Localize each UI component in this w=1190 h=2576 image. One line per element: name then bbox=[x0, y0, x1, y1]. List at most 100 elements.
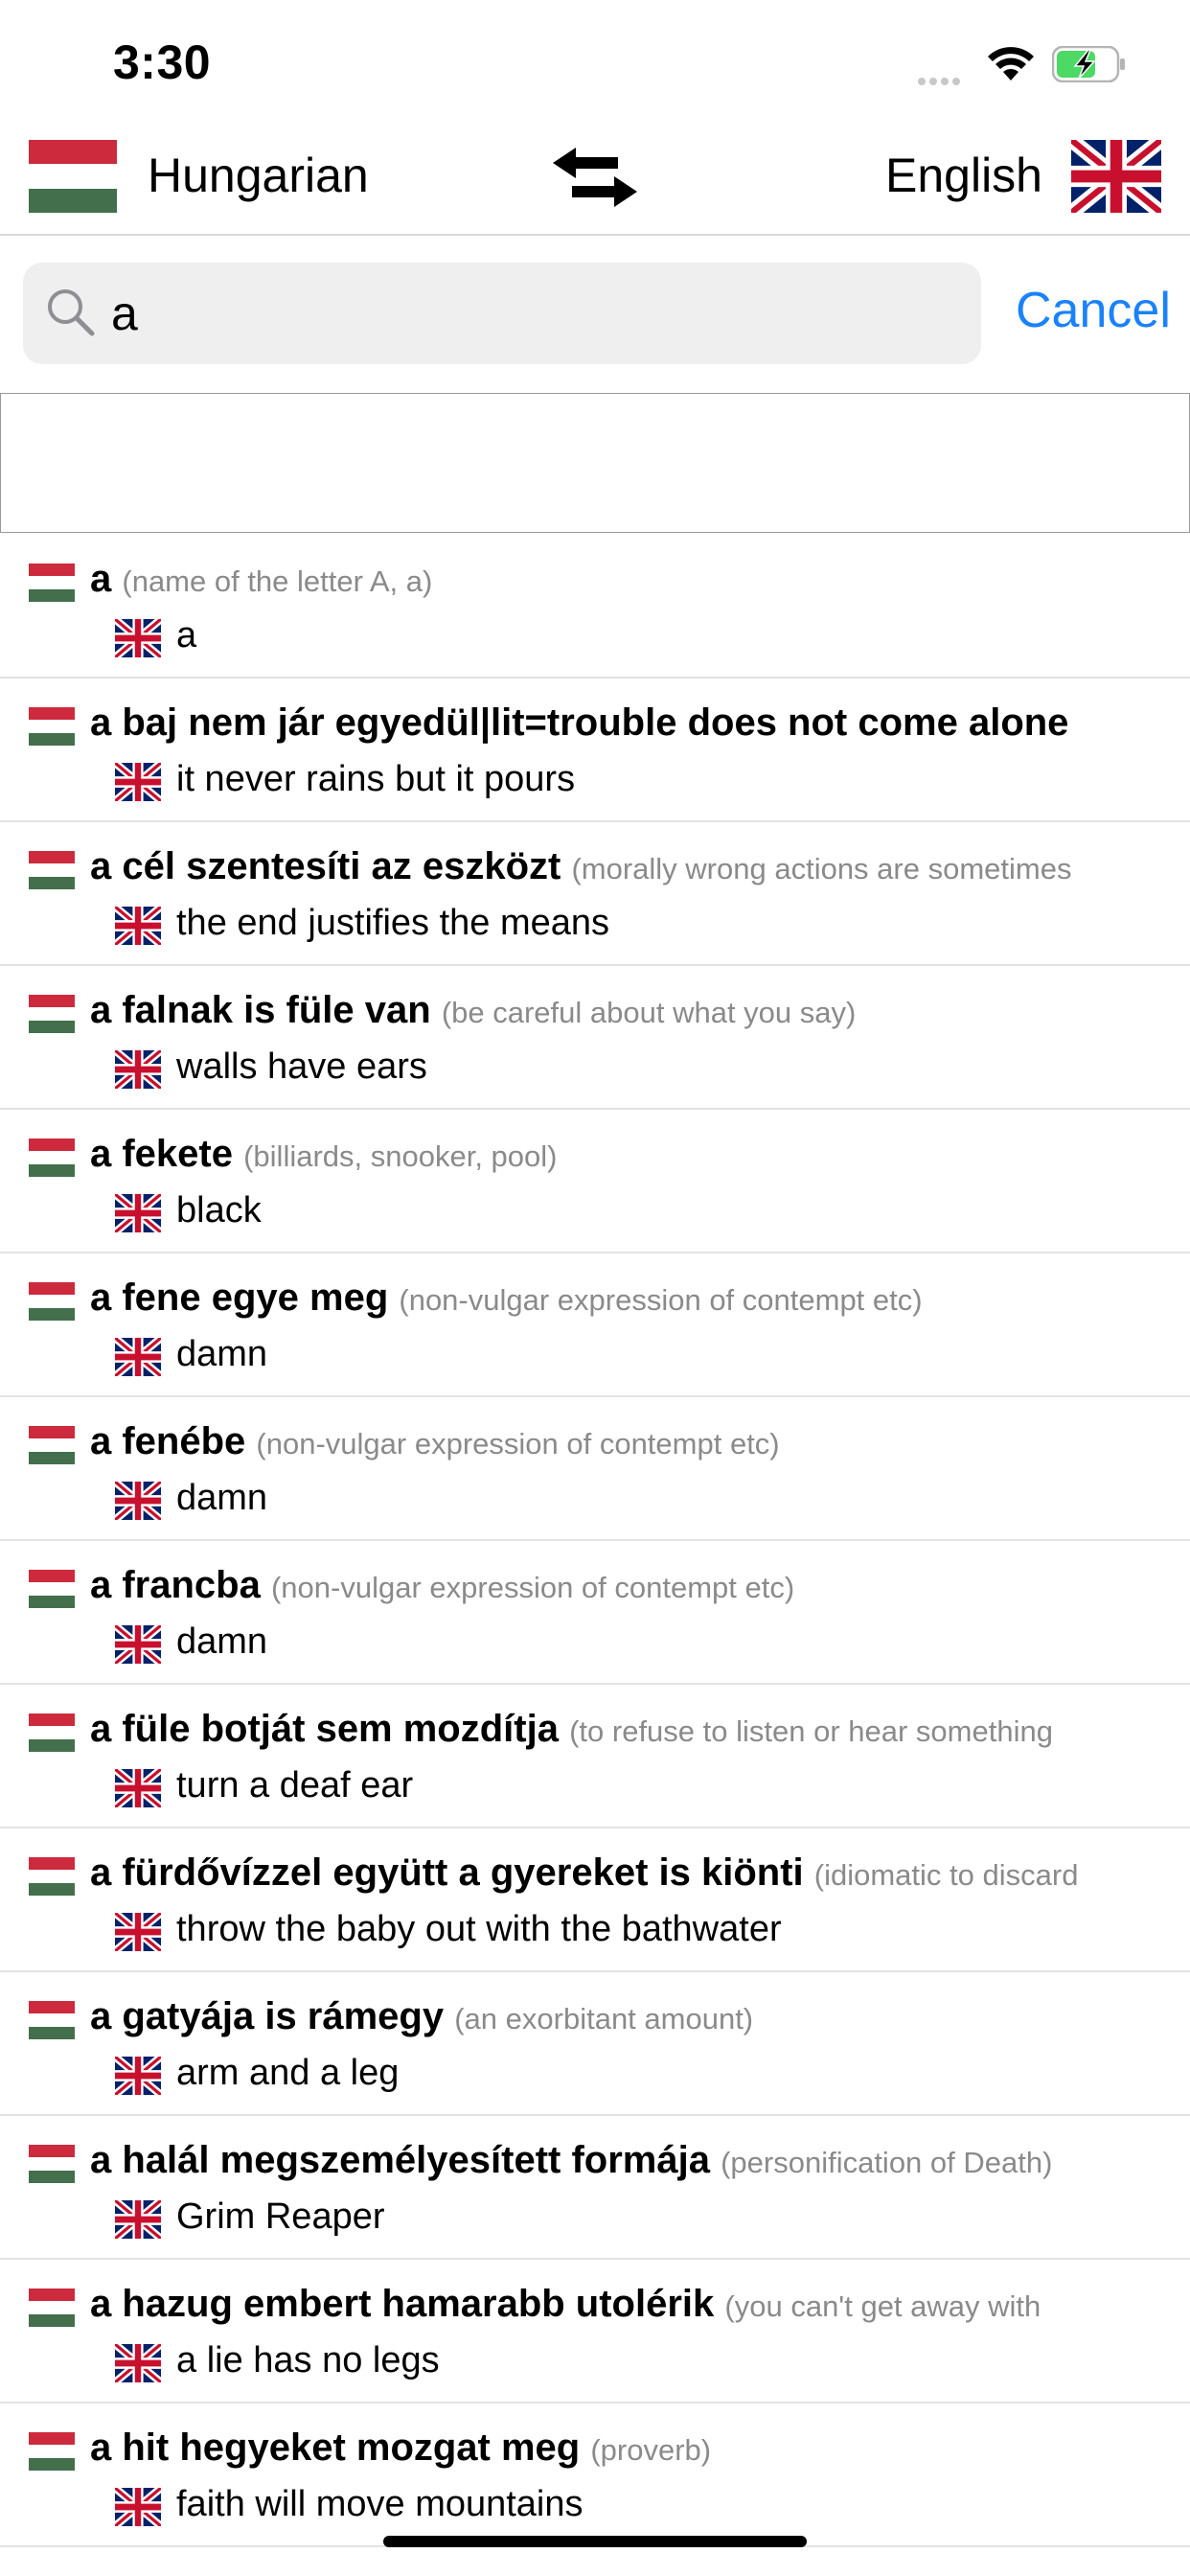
entry-note: (to refuse to listen or hear something bbox=[569, 1714, 1053, 1748]
entry-translation: turn a deaf ear bbox=[176, 1765, 414, 1806]
hungarian-flag-icon bbox=[29, 2145, 75, 2183]
search-input[interactable]: a bbox=[23, 263, 981, 364]
uk-flag-icon[interactable] bbox=[1071, 140, 1161, 213]
cancel-button[interactable]: Cancel bbox=[1016, 282, 1171, 339]
uk-flag-icon bbox=[115, 1913, 161, 1951]
entry-note: (morally wrong actions are sometimes bbox=[571, 852, 1072, 886]
entry-line: a cél szentesíti az eszközt (morally wro… bbox=[90, 845, 1173, 888]
search-icon bbox=[48, 289, 95, 336]
hungarian-flag-icon bbox=[29, 2432, 75, 2471]
entry-translation: it never rains but it pours bbox=[176, 759, 576, 799]
list-item[interactable]: a baj nem jár egyedül|lit=trouble does n… bbox=[0, 678, 1190, 822]
uk-flag-icon bbox=[115, 1625, 161, 1664]
hungarian-flag-icon bbox=[29, 1426, 75, 1464]
results-list: a (name of the letter A, a) a a baj nem … bbox=[0, 535, 1190, 2547]
list-item[interactable]: a cél szentesíti az eszközt (morally wro… bbox=[0, 822, 1190, 966]
list-item[interactable]: a hit hegyeket mozgat meg (proverb) fait… bbox=[0, 2404, 1190, 2547]
uk-flag-icon bbox=[115, 1338, 161, 1376]
hungarian-flag-icon bbox=[29, 707, 75, 746]
entry-note: (proverb) bbox=[590, 2433, 712, 2467]
uk-flag-icon bbox=[115, 2488, 161, 2526]
entry-line: a fene egye meg (non-vulgar expression o… bbox=[90, 1276, 1173, 1320]
entry-note: (non-vulgar expression of contempt etc) bbox=[399, 1283, 923, 1317]
uk-flag-icon bbox=[115, 2200, 161, 2239]
entry-translation: throw the baby out with the bathwater bbox=[176, 1909, 782, 1949]
entry-term: a bbox=[90, 558, 112, 600]
hungarian-flag-icon bbox=[29, 1282, 75, 1321]
hungarian-flag-icon bbox=[29, 1138, 75, 1177]
entry-line: a falnak is füle van (be careful about w… bbox=[90, 989, 1173, 1032]
swap-languages-icon[interactable] bbox=[551, 146, 639, 209]
entry-line: a fekete (billiards, snooker, pool) bbox=[90, 1133, 1173, 1176]
uk-flag-icon bbox=[115, 1769, 161, 1807]
entry-translation: walls have ears bbox=[176, 1046, 427, 1087]
entry-term: a fürdővízzel együtt a gyereket is kiönt… bbox=[90, 1852, 804, 1894]
target-language-label[interactable]: English bbox=[885, 148, 1042, 203]
hungarian-flag-icon bbox=[29, 2001, 75, 2039]
entry-line: a hit hegyeket mozgat meg (proverb) bbox=[90, 2426, 1173, 2470]
entry-term: a francba bbox=[90, 1564, 261, 1606]
entry-note: (non-vulgar expression of contempt etc) bbox=[256, 1427, 780, 1460]
wifi-icon bbox=[988, 47, 1034, 80]
hungarian-flag-icon[interactable] bbox=[29, 140, 117, 213]
entry-term: a fene egye meg bbox=[90, 1276, 389, 1319]
list-item[interactable]: a fenébe (non-vulgar expression of conte… bbox=[0, 1397, 1190, 1541]
uk-flag-icon bbox=[115, 1194, 161, 1232]
entry-note: (name of the letter A, a) bbox=[122, 564, 433, 598]
entry-translation: faith will move mountains bbox=[176, 2484, 584, 2524]
entry-term: a fenébe bbox=[90, 1420, 246, 1462]
entry-translation: Grim Reaper bbox=[176, 2196, 385, 2237]
list-item[interactable]: a (name of the letter A, a) a bbox=[0, 535, 1190, 678]
list-item[interactable]: a falnak is füle van (be careful about w… bbox=[0, 966, 1190, 1110]
uk-flag-icon bbox=[115, 619, 161, 657]
home-indicator[interactable] bbox=[383, 2536, 807, 2547]
entry-note: (non-vulgar expression of contempt etc) bbox=[270, 1571, 795, 1604]
entry-line: a fenébe (non-vulgar expression of conte… bbox=[90, 1420, 1173, 1463]
uk-flag-icon bbox=[115, 907, 161, 945]
list-item[interactable]: a füle botját sem mozdítja (to refuse to… bbox=[0, 1685, 1190, 1828]
uk-flag-icon bbox=[115, 1050, 161, 1089]
list-item[interactable]: a gatyája is rámegy (an exorbitant amoun… bbox=[0, 1972, 1190, 2116]
uk-flag-icon bbox=[115, 763, 161, 801]
entry-term: a gatyája is rámegy bbox=[90, 1995, 445, 2037]
entry-line: a füle botját sem mozdítja (to refuse to… bbox=[90, 1708, 1173, 1751]
list-item[interactable]: a fekete (billiards, snooker, pool) blac… bbox=[0, 1110, 1190, 1254]
hungarian-flag-icon bbox=[29, 995, 75, 1033]
list-item[interactable]: a hazug embert hamarabb utolérik (you ca… bbox=[0, 2260, 1190, 2404]
entry-note: (personification of Death) bbox=[721, 2146, 1053, 2179]
entry-term: a halál megszemélyesített formája bbox=[90, 2139, 710, 2181]
entry-translation: arm and a leg bbox=[176, 2053, 400, 2093]
uk-flag-icon bbox=[115, 1482, 161, 1520]
status-time: 3:30 bbox=[113, 35, 212, 89]
entry-line: a baj nem jár egyedül|lit=trouble does n… bbox=[90, 702, 1173, 745]
entry-term: a falnak is füle van bbox=[90, 989, 431, 1031]
entry-term: a cél szentesíti az eszközt bbox=[90, 845, 561, 887]
entry-translation: a lie has no legs bbox=[176, 2340, 440, 2380]
hungarian-flag-icon bbox=[29, 564, 75, 602]
search-query-text[interactable]: a bbox=[111, 286, 138, 341]
entry-term: a fekete bbox=[90, 1133, 233, 1175]
entry-line: a (name of the letter A, a) bbox=[90, 558, 1173, 601]
list-item[interactable]: a francba (non-vulgar expression of cont… bbox=[0, 1541, 1190, 1685]
cellular-signal-icon bbox=[918, 73, 964, 90]
entry-note: (be careful about what you say) bbox=[441, 996, 857, 1029]
entry-line: a hazug embert hamarabb utolérik (you ca… bbox=[90, 2283, 1173, 2326]
list-item[interactable]: a halál megszemélyesített formája (perso… bbox=[0, 2116, 1190, 2260]
entry-line: a halál megszemélyesített formája (perso… bbox=[90, 2139, 1173, 2182]
list-item[interactable]: a fene egye meg (non-vulgar expression o… bbox=[0, 1254, 1190, 1397]
entry-term: a hit hegyeket mozgat meg bbox=[90, 2426, 581, 2469]
list-item[interactable]: a fürdővízzel együtt a gyereket is kiönt… bbox=[0, 1828, 1190, 1972]
entry-note: (idiomatic to discard bbox=[813, 1858, 1079, 1892]
entry-translation: damn bbox=[176, 1478, 268, 1518]
hungarian-flag-icon bbox=[29, 851, 75, 889]
hungarian-flag-icon bbox=[29, 1714, 75, 1752]
entry-translation: a bbox=[176, 615, 197, 656]
language-selector-bar: Hungarian English bbox=[0, 126, 1190, 236]
entry-line: a fürdővízzel együtt a gyereket is kiönt… bbox=[90, 1852, 1173, 1895]
uk-flag-icon bbox=[115, 2344, 161, 2382]
banner-placeholder bbox=[0, 393, 1190, 533]
uk-flag-icon bbox=[115, 2057, 161, 2095]
entry-translation: damn bbox=[176, 1334, 268, 1374]
source-language-label[interactable]: Hungarian bbox=[148, 148, 369, 203]
search-area: a Cancel bbox=[0, 236, 1190, 389]
